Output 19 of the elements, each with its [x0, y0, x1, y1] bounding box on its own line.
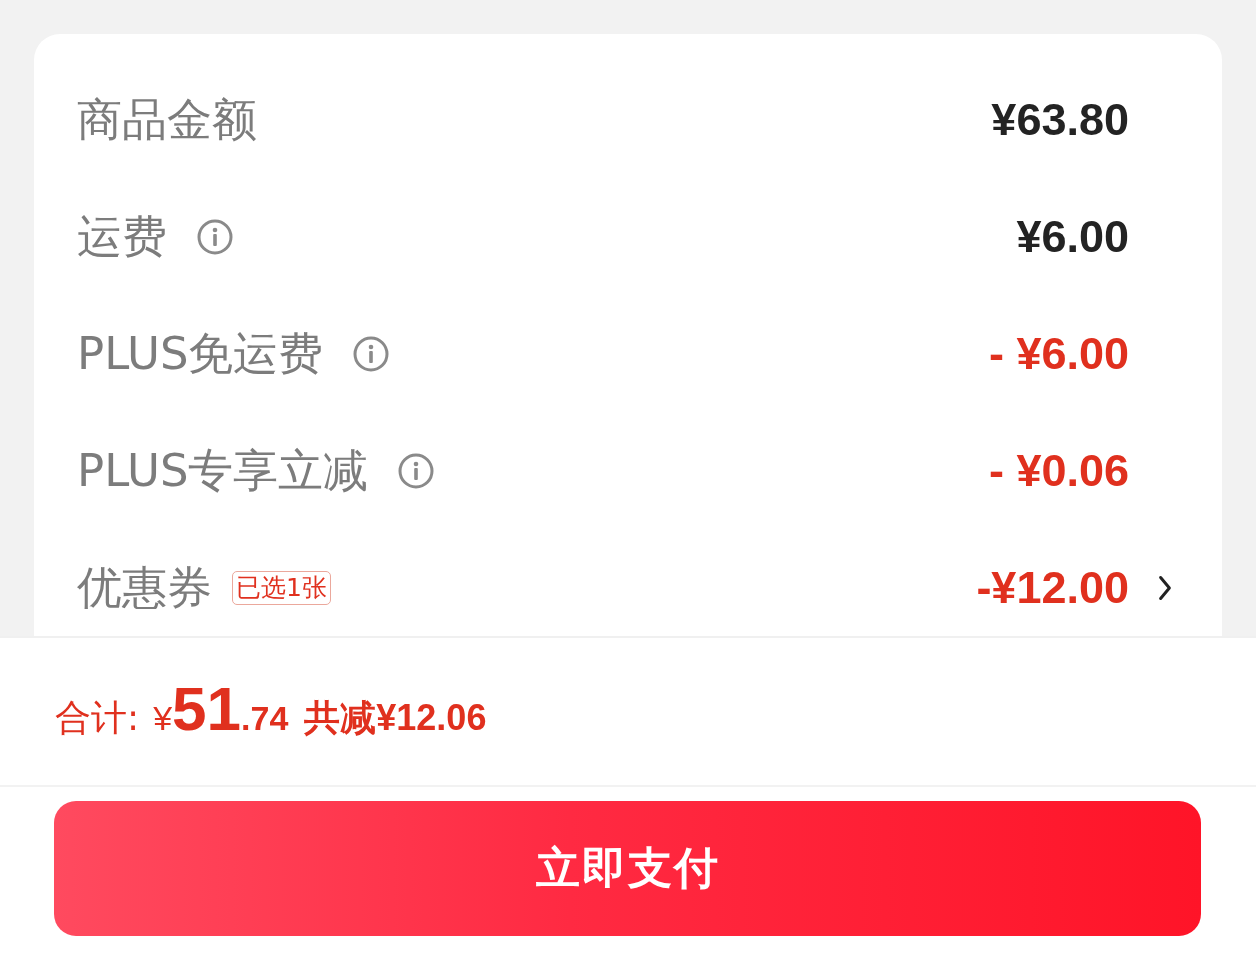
info-icon[interactable] [353, 335, 390, 372]
amount-value: - ¥0.06 [988, 443, 1129, 498]
amount-value: ¥6.00 [1016, 209, 1129, 264]
info-icon[interactable] [197, 218, 233, 255]
amount-value: -¥12.00 [976, 560, 1129, 615]
fee-label: 商品金额 [77, 92, 257, 147]
amount-value: ¥63.80 [991, 92, 1129, 147]
fee-label: 运费 [77, 209, 167, 264]
fee-label: 优惠券 [77, 560, 212, 615]
amount-value: - ¥6.00 [988, 326, 1129, 381]
total-label: 合计: [55, 696, 140, 740]
info-icon[interactable] [398, 452, 435, 489]
coupon-count-tag: 已选1张 [232, 570, 331, 605]
fee-label: PLUS专享立减 [77, 443, 369, 498]
total-amount: ¥51.74 [153, 673, 289, 745]
pay-now-button[interactable]: 立即支付 [54, 801, 1201, 936]
savings-text: 共减¥12.06 [304, 696, 487, 740]
chevron-icon[interactable] [1158, 573, 1172, 602]
fee-label: PLUS免运费 [77, 326, 324, 381]
